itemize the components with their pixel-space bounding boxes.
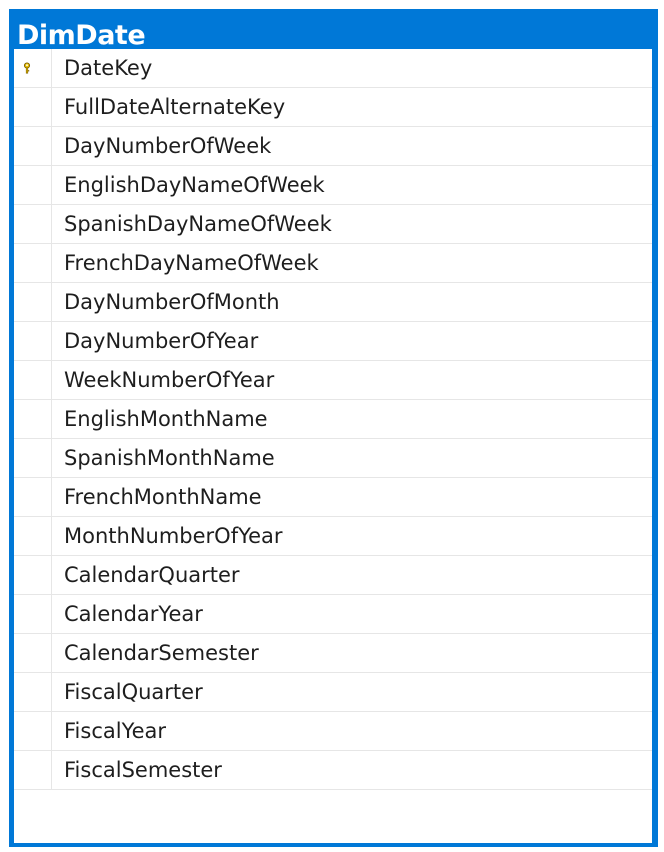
column-name: FrenchMonthName: [64, 485, 262, 509]
title-bar[interactable]: DimDate: [9, 9, 658, 49]
column-row[interactable]: CalendarYear: [14, 595, 652, 634]
row-selector[interactable]: [14, 361, 52, 399]
row-selector[interactable]: [14, 439, 52, 477]
column-name: FiscalQuarter: [64, 680, 203, 704]
column-name: CalendarQuarter: [64, 563, 240, 587]
row-selector[interactable]: [14, 205, 52, 243]
column-row[interactable]: WeekNumberOfYear: [14, 361, 652, 400]
column-row[interactable]: FiscalQuarter: [14, 673, 652, 712]
key-icon: [23, 62, 31, 74]
column-row[interactable]: FrenchMonthName: [14, 478, 652, 517]
column-row[interactable]: DayNumberOfWeek: [14, 127, 652, 166]
row-selector[interactable]: [14, 556, 52, 594]
column-name: EnglishMonthName: [64, 407, 268, 431]
table-title: DimDate: [17, 20, 146, 49]
row-selector[interactable]: [14, 166, 52, 204]
column-name: DateKey: [64, 56, 153, 80]
row-selector[interactable]: [14, 595, 52, 633]
column-row[interactable]: DayNumberOfYear: [14, 322, 652, 361]
table-window[interactable]: DimDate DateKey FullDateAlternateKey Day…: [9, 9, 658, 847]
row-selector[interactable]: [14, 478, 52, 516]
column-name: SpanishDayNameOfWeek: [64, 212, 332, 236]
row-selector[interactable]: [14, 127, 52, 165]
column-row[interactable]: SpanishMonthName: [14, 439, 652, 478]
column-name: MonthNumberOfYear: [64, 524, 283, 548]
column-row[interactable]: EnglishMonthName: [14, 400, 652, 439]
row-selector[interactable]: [14, 712, 52, 750]
column-row[interactable]: MonthNumberOfYear: [14, 517, 652, 556]
column-name: FiscalYear: [64, 719, 167, 743]
column-row[interactable]: FiscalYear: [14, 712, 652, 751]
column-name: FrenchDayNameOfWeek: [64, 251, 319, 275]
column-row[interactable]: EnglishDayNameOfWeek: [14, 166, 652, 205]
column-row[interactable]: FullDateAlternateKey: [14, 88, 652, 127]
row-selector[interactable]: [14, 517, 52, 555]
column-name: DayNumberOfWeek: [64, 134, 272, 158]
column-row[interactable]: SpanishDayNameOfWeek: [14, 205, 652, 244]
column-name: SpanishMonthName: [64, 446, 275, 470]
row-selector[interactable]: [14, 322, 52, 360]
column-row[interactable]: DayNumberOfMonth: [14, 283, 652, 322]
column-name: CalendarYear: [64, 602, 203, 626]
column-name: DayNumberOfYear: [64, 329, 259, 353]
column-name: FiscalSemester: [64, 758, 222, 782]
column-row[interactable]: FrenchDayNameOfWeek: [14, 244, 652, 283]
row-selector[interactable]: [14, 751, 52, 789]
column-name: EnglishDayNameOfWeek: [64, 173, 325, 197]
column-grid: DateKey FullDateAlternateKey DayNumberOf…: [14, 49, 652, 843]
column-name: CalendarSemester: [64, 641, 259, 665]
column-name: DayNumberOfMonth: [64, 290, 280, 314]
row-selector[interactable]: [14, 49, 52, 87]
column-row[interactable]: CalendarSemester: [14, 634, 652, 673]
row-selector[interactable]: [14, 634, 52, 672]
column-row[interactable]: DateKey: [14, 49, 652, 88]
column-row[interactable]: CalendarQuarter: [14, 556, 652, 595]
row-selector[interactable]: [14, 673, 52, 711]
column-row[interactable]: FiscalSemester: [14, 751, 652, 790]
row-selector[interactable]: [14, 88, 52, 126]
row-selector[interactable]: [14, 244, 52, 282]
column-name: WeekNumberOfYear: [64, 368, 275, 392]
row-selector[interactable]: [14, 283, 52, 321]
column-name: FullDateAlternateKey: [64, 95, 286, 119]
row-selector[interactable]: [14, 400, 52, 438]
